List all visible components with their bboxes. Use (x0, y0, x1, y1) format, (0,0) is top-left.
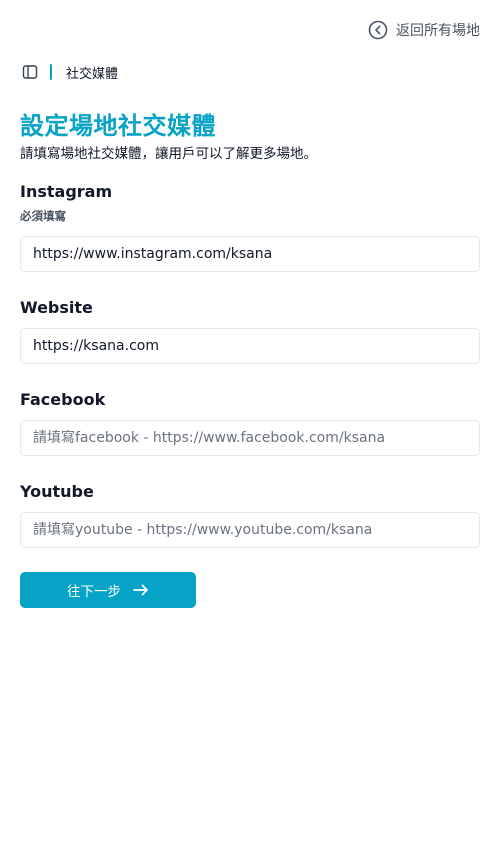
instagram-label: Instagram (20, 182, 113, 201)
instagram-required-hint: 必須填寫 (20, 209, 66, 223)
next-step-label: 往下一步 (67, 584, 121, 600)
next-step-button[interactable]: 往下一步 (20, 572, 196, 608)
page: 返回所有場地 社交媒體 設定場地社交媒體 請填寫場地社交媒體，讓用戶可以了解更多… (0, 0, 500, 855)
chevron-left-circle-icon (368, 20, 388, 40)
back-link-label: 返回所有場地 (396, 23, 480, 39)
youtube-label: Youtube (20, 482, 94, 501)
website-input[interactable] (20, 328, 480, 364)
facebook-label: Facebook (20, 390, 106, 409)
sidebar-toggle-icon[interactable] (20, 62, 40, 82)
breadcrumb-current: 社交媒體 (66, 66, 119, 82)
facebook-input[interactable] (20, 420, 480, 456)
instagram-input[interactable] (20, 236, 480, 272)
youtube-input[interactable] (20, 512, 480, 548)
breadcrumb: 社交媒體 (20, 62, 118, 82)
website-label: Website (20, 298, 93, 317)
back-to-venues-link[interactable]: 返回所有場地 (368, 20, 480, 40)
page-title: 設定場地社交媒體 (20, 112, 216, 140)
arrow-right-icon (133, 584, 149, 596)
page-subtitle: 請填寫場地社交媒體，讓用戶可以了解更多場地。 (20, 146, 317, 162)
breadcrumb-separator (50, 64, 52, 80)
